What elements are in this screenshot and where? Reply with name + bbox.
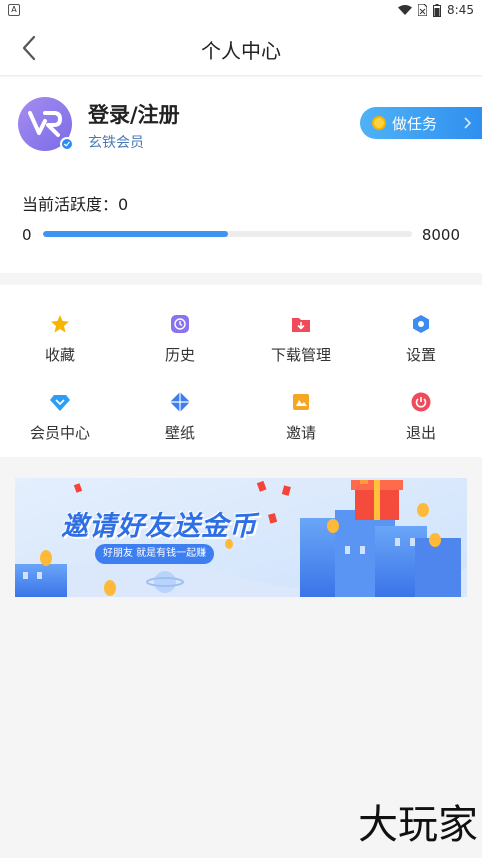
progress-min: 0 — [22, 226, 32, 244]
activity-progress-bar — [43, 231, 412, 237]
wallpaper-icon — [169, 391, 191, 413]
app-header: 个人中心 — [0, 20, 482, 76]
banner-title: 邀请好友送金币 — [61, 511, 257, 542]
clock-icon — [169, 313, 191, 335]
menu-grid: 收藏 历史 下载管理 设置会员中心 壁纸 邀请 退出 — [0, 285, 482, 457]
coin-icon — [372, 116, 386, 130]
login-register-link[interactable]: 登录/注册 — [88, 99, 180, 129]
menu-item-label: 壁纸 — [164, 424, 195, 442]
menu-item-invite[interactable]: 邀请 — [241, 379, 361, 449]
menu-item-star[interactable]: 收藏 — [0, 301, 120, 371]
gear-icon — [410, 313, 432, 335]
banner-subtitle: 好朋友 就是有钱一起赚 — [95, 544, 215, 564]
menu-item-label: 邀请 — [285, 424, 316, 442]
menu-item-label: 历史 — [164, 346, 195, 364]
diamond-icon — [49, 391, 71, 413]
menu-item-label: 设置 — [405, 346, 436, 364]
status-bar: A 8:45 — [0, 0, 482, 20]
battery-icon — [433, 3, 442, 17]
menu-item-diamond[interactable]: 会员中心 — [0, 379, 120, 449]
function-menu: 收藏 历史 下载管理 设置会员中心 壁纸 邀请 退出 — [0, 285, 482, 457]
verified-icon — [60, 137, 74, 151]
invite-banner[interactable]: 邀请好友送金币 好朋友 就是有钱一起赚 — [15, 478, 467, 597]
activity-label: 当前活跃度：0 — [22, 195, 129, 214]
do-task-label: 做任务 — [392, 114, 438, 133]
menu-item-wallpaper[interactable]: 壁纸 — [120, 379, 240, 449]
chevron-right-icon — [464, 117, 472, 129]
invite-icon — [290, 391, 312, 413]
watermark: 大玩家 — [358, 802, 478, 848]
menu-item-clock[interactable]: 历史 — [120, 301, 240, 371]
wifi-icon — [398, 5, 413, 15]
menu-item-label: 下载管理 — [270, 346, 331, 364]
page-title: 个人中心 — [201, 39, 281, 63]
menu-item-label: 收藏 — [44, 346, 75, 364]
notification-badge: A — [8, 4, 20, 16]
star-icon — [49, 313, 71, 335]
download-icon — [290, 313, 312, 335]
progress-max: 8000 — [421, 226, 460, 244]
profile-card: 登录/注册 玄铁会员 做任务 当前活跃度：0 0 8000 — [0, 77, 482, 273]
menu-item-power[interactable]: 退出 — [361, 379, 481, 449]
power-icon — [410, 391, 432, 413]
sim-icon — [418, 4, 428, 16]
menu-item-download[interactable]: 下载管理 — [241, 301, 361, 371]
menu-item-label: 退出 — [405, 424, 436, 442]
do-task-button[interactable]: 做任务 — [360, 107, 482, 139]
activity-progress-fill — [43, 231, 228, 237]
menu-item-gear[interactable]: 设置 — [361, 301, 481, 371]
status-time: 8:45 — [447, 3, 474, 17]
menu-item-label: 会员中心 — [29, 424, 90, 442]
member-level: 玄铁会员 — [88, 135, 144, 151]
